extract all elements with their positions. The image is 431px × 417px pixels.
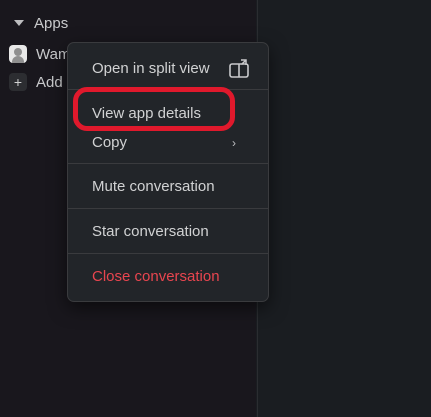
app-avatar-icon (9, 45, 27, 63)
menu-item-view-app-details[interactable]: View app details (68, 98, 268, 128)
caret-down-icon[interactable] (14, 20, 24, 26)
menu-item-label: Star conversation (92, 222, 209, 240)
section-title: Apps (34, 14, 69, 32)
add-label: Add (36, 73, 63, 91)
plus-icon: + (9, 73, 27, 91)
menu-divider (68, 253, 268, 254)
menu-item-label: Close conversation (92, 267, 220, 285)
menu-item-label: Open in split view (92, 59, 210, 77)
chevron-right-icon: › (232, 136, 236, 150)
add-apps-button[interactable]: + Add (9, 71, 63, 93)
menu-item-star-conversation[interactable]: Star conversation (68, 216, 268, 246)
menu-divider (68, 89, 268, 90)
app-name-label: Wam (36, 45, 71, 63)
menu-item-mute-conversation[interactable]: Mute conversation (68, 171, 268, 201)
menu-item-close-conversation[interactable]: Close conversation (68, 261, 268, 291)
apps-section-header[interactable]: Apps (12, 12, 68, 34)
menu-item-copy[interactable]: Copy › (68, 127, 268, 157)
context-menu: Open in split view View app details Copy… (67, 42, 269, 302)
menu-divider (68, 208, 268, 209)
split-view-icon (229, 59, 249, 78)
sidebar-item-app[interactable]: Wam (9, 43, 70, 65)
main-pane (257, 0, 431, 417)
menu-divider (68, 163, 268, 164)
menu-item-label: View app details (92, 104, 201, 122)
menu-item-open-in-split-view[interactable]: Open in split view (68, 53, 268, 83)
menu-item-label: Copy (92, 133, 128, 151)
menu-item-label: Mute conversation (92, 177, 215, 195)
